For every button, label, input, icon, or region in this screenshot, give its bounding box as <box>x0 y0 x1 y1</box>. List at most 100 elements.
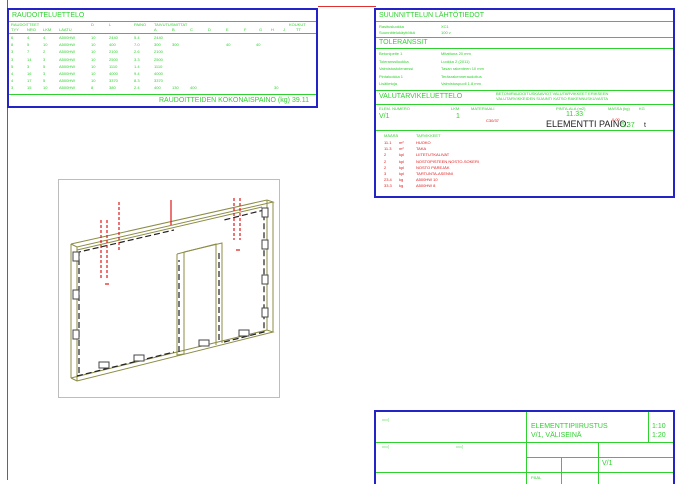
rebar-cell: 5 <box>11 63 14 69</box>
title-block[interactable]: ▭◁ ▭◁ ▭◁ ELEMENTTIPIIRUSTUS V/1, VÄLISEI… <box>374 410 675 484</box>
rebar-cell: 10 <box>91 78 96 84</box>
element-weight-unit: t <box>644 122 646 129</box>
rebar-cell: 4 <box>11 78 14 84</box>
rebar-cell: 8.3 <box>134 78 140 84</box>
rebar-header-a: A <box>154 27 157 32</box>
rebar-cell: 5 <box>43 63 46 69</box>
accessory-cell: kpl <box>399 158 405 164</box>
materials-title: VALUTARVIKELUETTELO <box>379 93 463 100</box>
design-info-title: SUUNNITTELUN LÄHTÖTIEDOT <box>379 12 485 19</box>
rebar-cell: 400 <box>190 85 197 91</box>
materials-count: 1 <box>456 113 460 120</box>
materials-header-lkm: LKM <box>451 106 460 111</box>
rebar-cell: 2.6 <box>134 49 140 55</box>
materials-header-material: MATERIAALI <box>471 106 495 111</box>
rebar-cell: 2440 <box>154 35 163 40</box>
rebar-cell: 10 <box>91 35 96 40</box>
title-block-bottom-label: PÄÄL <box>531 475 542 480</box>
tolerance-value: Valmistuspuoli 1.8 mm <box>441 81 481 86</box>
element-weight-value: 5.37 <box>621 122 635 129</box>
tolerance-label: Betonipeite 1 <box>379 51 403 56</box>
accessory-cell: 33.3 <box>384 183 392 189</box>
accessory-cell: 3 <box>384 171 387 176</box>
accessory-cell: 11.1 <box>384 140 392 145</box>
materials-header-kg: KG <box>639 106 645 111</box>
accessories-header-qty: MÄÄRÄ <box>384 133 399 138</box>
accessory-cell: 23.4 <box>384 177 392 183</box>
rebar-header-koukut: KOUKUT <box>289 22 306 27</box>
rebar-cell: 40 <box>226 42 231 48</box>
rebar-cell: 3370 <box>154 78 163 84</box>
design-row-value: 100 v <box>441 30 451 35</box>
rebar-cell: A500HW <box>59 42 76 48</box>
rebar-header-j: J <box>283 27 285 32</box>
tolerance-label: Toleranssiluokka <box>379 58 409 64</box>
materials-grade: C30/37 <box>486 118 499 123</box>
rebar-header-h: H <box>271 27 274 32</box>
accessory-cell: 2 <box>384 152 387 158</box>
tolerance-label: Pintaluokka 1 <box>379 73 404 79</box>
rebar-cell: 3 <box>11 49 14 55</box>
materials-header-elem: ELEM. NUMERO <box>379 106 410 111</box>
rebar-cell: A500HW <box>59 85 76 91</box>
rebar-cell: A500HW <box>59 49 76 55</box>
tolerance-title: TOLERANSSIT <box>379 39 428 46</box>
wall-element-drawing <box>70 198 275 382</box>
rebar-cell: 3370 <box>109 78 118 84</box>
rebar-cell: 2500 <box>109 56 118 62</box>
materials-area: 11.33 <box>566 111 583 118</box>
rebar-cell: 5.4 <box>134 35 140 40</box>
rebar-cell: 10 <box>91 49 96 55</box>
accessory-cell: NOSTO PÄREJÄK <box>416 164 450 170</box>
rebar-cell: 14 <box>27 56 32 62</box>
rebar-header-taivutus: TAIVUTUSMITTAT <box>154 22 188 27</box>
title-block-cell-marker: ▭◁ <box>382 417 389 422</box>
rebar-cell: 380 <box>109 85 116 91</box>
tolerance-value: Mitattuna 20 mm <box>441 51 471 56</box>
rebar-cell: 3.3 <box>134 56 140 62</box>
rebar-cell: 2440 <box>109 35 118 40</box>
rebar-cell: 1110 <box>109 63 118 69</box>
accessory-cell: NOSTOPISTEEN NOSTO-SOKERI <box>416 158 479 164</box>
accessory-cell: kg <box>399 177 404 183</box>
accessory-cell: m² <box>399 140 404 145</box>
accessory-cell: kg <box>399 183 404 189</box>
rebar-cell: 3 <box>43 71 46 76</box>
rebar-cell: 8 <box>11 42 14 48</box>
rebar-cell: 8 <box>91 85 94 91</box>
rebar-cell: 6 <box>11 35 14 40</box>
rebar-header-laatu: LAATU <box>59 27 72 32</box>
element-weight-label: ELEMENTTI PAINO: <box>546 119 629 129</box>
drawing-scale-1: 1:10 <box>652 423 666 430</box>
rebar-cell: 9.4 <box>134 71 140 76</box>
rebar-list-panel[interactable]: RAUDOITELUETTELO RAUDOITTEET TYY NRO LKM… <box>7 8 318 108</box>
drawing-viewport[interactable] <box>58 179 280 398</box>
rebar-cell: 2100 <box>109 49 118 55</box>
rebar-cell: 3 <box>11 85 14 91</box>
rebar-total-label: RAUDOITTEIDEN KOKONAISPAINO (kg) <box>159 97 290 104</box>
accessory-cell: 2 <box>384 164 387 170</box>
rebar-cell: 10 <box>91 71 96 76</box>
rebar-cell: A500HW <box>59 35 76 40</box>
accessory-cell: TARTUNTA-ASENNI <box>416 171 453 176</box>
rebar-header-tt: TT <box>296 27 301 32</box>
drawing-scale-2: 1:20 <box>652 432 666 439</box>
design-row-value: XC1 <box>441 24 449 29</box>
rebar-cell: 400 <box>154 85 161 91</box>
rebar-cell: 2.4 <box>134 85 140 91</box>
rebar-cell: 3 <box>11 56 14 62</box>
accessory-cell: HUOKO <box>416 140 431 145</box>
accessory-cell: kpl <box>399 164 405 170</box>
rebar-cell: 400 <box>109 42 116 48</box>
rebar-cell: 10 <box>91 56 96 62</box>
design-row-label: Suunnittelukäyttöikä <box>379 30 415 35</box>
rebar-cell: 10 <box>91 63 96 69</box>
accessory-cell: A500HW 8 <box>416 183 436 189</box>
drawing-subtitle: V/1, VÄLISEINÄ <box>531 432 582 439</box>
accessory-cell: TAKA <box>416 146 427 152</box>
rebar-total-value: 39.11 <box>292 97 309 104</box>
rebar-cell: 7.0 <box>134 42 140 48</box>
design-info-panel[interactable]: SUUNNITTELUN LÄHTÖTIEDOT Rasitusluokka X… <box>374 8 675 198</box>
materials-header-mass: MASSA (kg) <box>608 106 630 111</box>
rebar-header-e: E <box>226 27 229 32</box>
